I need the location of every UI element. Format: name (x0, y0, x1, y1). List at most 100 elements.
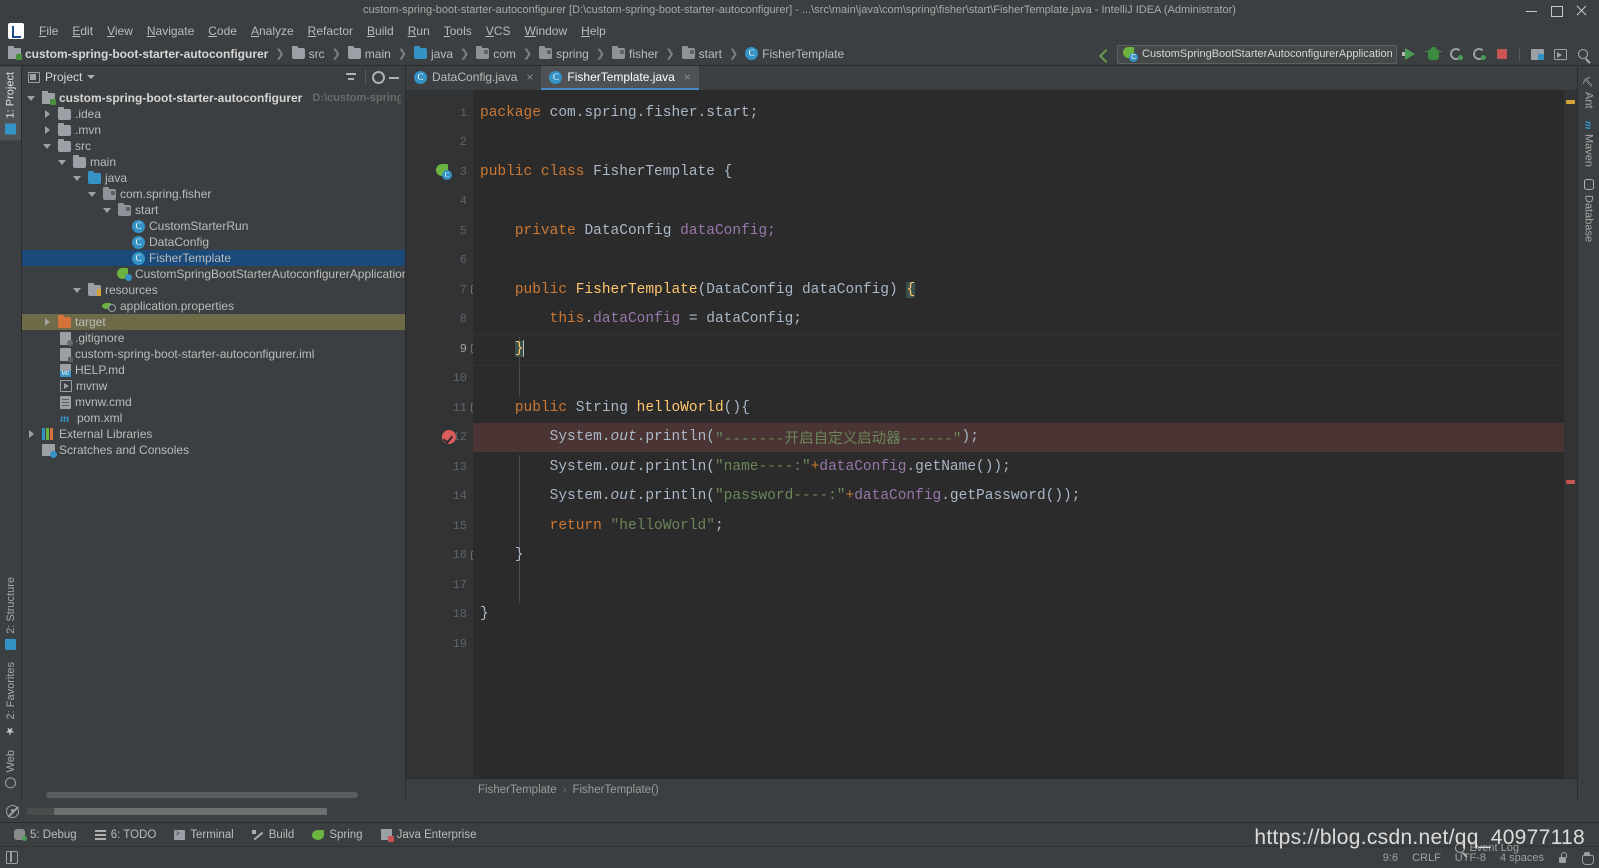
tree-row-idea[interactable]: .idea (22, 106, 405, 122)
breadcrumb-item-class[interactable]: C FisherTemplate (743, 46, 846, 62)
close-button[interactable] (1576, 5, 1587, 16)
collapse-all-icon[interactable] (343, 69, 359, 85)
tree-row-help-md[interactable]: HELP.md (22, 362, 405, 378)
breadcrumb-item-src[interactable]: src (290, 46, 327, 62)
settings-gear-icon[interactable] (372, 70, 385, 84)
editor-tab-fishertemplate[interactable]: C FisherTemplate.java × (541, 66, 699, 90)
marker-breakpoint[interactable] (1566, 480, 1575, 484)
tree-row-target[interactable]: target (22, 314, 405, 330)
hide-icon[interactable] (387, 70, 401, 84)
tree-row-pom-xml[interactable]: m pom.xml (22, 410, 405, 426)
project-panel-title-dropdown[interactable]: Project (28, 70, 96, 84)
menu-refactor[interactable]: Refactor (301, 21, 360, 41)
toolwindow-java-enterprise[interactable]: Java Enterprise (373, 827, 485, 843)
code-editor[interactable]: package com.spring.fisher.start; public … (473, 90, 1564, 778)
expand-arrow-icon[interactable] (87, 188, 99, 200)
run-configuration-selector[interactable]: CustomSpringBootStarterAutoconfigurerApp… (1117, 44, 1410, 64)
project-tree-horizontal-scrollbar[interactable] (22, 790, 405, 800)
expand-arrow-icon[interactable] (42, 124, 54, 136)
sidebar-tab-maven[interactable]: m Maven (1578, 115, 1599, 174)
breadcrumb-item-java[interactable]: java (412, 46, 455, 62)
sidebar-tab-web[interactable]: Web (2, 744, 20, 794)
scrollbar-thumb[interactable] (46, 792, 358, 798)
lock-icon[interactable] (1558, 852, 1567, 863)
tree-row-gitignore[interactable]: .gitignore (22, 330, 405, 346)
expand-arrow-icon[interactable] (102, 204, 114, 216)
minimize-button[interactable] (1526, 5, 1537, 16)
inspector-icon[interactable] (1581, 851, 1594, 865)
sidebar-tab-ant[interactable]: ⛏ Ant (1578, 70, 1599, 115)
tree-row-java[interactable]: java (22, 170, 405, 186)
toolwindow-build[interactable]: Build (244, 827, 303, 843)
caret-position[interactable]: 9:6 (1383, 852, 1398, 864)
screen-button[interactable] (1550, 44, 1570, 64)
expand-arrow-icon[interactable] (42, 108, 54, 120)
line-separator[interactable]: CRLF (1412, 852, 1441, 864)
back-arrow-icon[interactable] (1096, 45, 1114, 63)
menu-vcs[interactable]: VCS (479, 21, 518, 41)
toolwindow-debug[interactable]: 5: Debug (6, 827, 85, 843)
tree-row-project-root[interactable]: custom-spring-boot-starter-autoconfigure… (22, 90, 405, 106)
tree-row-mvnw-cmd[interactable]: mvnw.cmd (22, 394, 405, 410)
debug-button[interactable] (1423, 44, 1443, 64)
toolwindow-terminal[interactable]: Terminal (166, 827, 241, 843)
maximize-button[interactable] (1551, 5, 1563, 17)
inspector-icon[interactable] (6, 851, 18, 864)
toolwindow-spring[interactable]: Spring (304, 827, 370, 843)
expand-arrow-icon[interactable] (42, 316, 54, 328)
menu-build[interactable]: Build (360, 21, 401, 41)
expand-arrow-icon[interactable] (57, 156, 69, 168)
tree-row-custom-starter-run[interactable]: C CustomStarterRun (22, 218, 405, 234)
expand-arrow-icon[interactable] (72, 172, 84, 184)
search-everywhere-button[interactable] (1573, 44, 1593, 64)
breadcrumb-item-start[interactable]: start (680, 46, 724, 62)
menu-navigate[interactable]: Navigate (140, 21, 201, 41)
profile-button[interactable] (1469, 44, 1489, 64)
tree-row-application-properties[interactable]: application.properties (22, 298, 405, 314)
tree-row-src[interactable]: src (22, 138, 405, 154)
breadcrumb-item-spring[interactable]: spring (537, 46, 591, 62)
expand-arrow-icon[interactable] (72, 284, 84, 296)
tree-row-data-config[interactable]: C DataConfig (22, 234, 405, 250)
breadcrumb-item-main[interactable]: main (346, 46, 393, 62)
spring-bean-icon[interactable] (436, 164, 452, 181)
tree-row-mvn[interactable]: .mvn (22, 122, 405, 138)
menu-help[interactable]: Help (574, 21, 613, 41)
tree-row-scratches[interactable]: Scratches and Consoles (22, 442, 405, 458)
run-button[interactable] (1400, 44, 1420, 64)
sidebar-tab-favorites[interactable]: ★ 2: Favorites (2, 656, 20, 743)
tree-row-start[interactable]: start (22, 202, 405, 218)
expand-arrow-icon[interactable] (26, 92, 38, 104)
menu-file[interactable]: FFileile (32, 21, 65, 41)
memory-indicator-icon[interactable] (6, 804, 19, 818)
breadcrumb-method[interactable]: FisherTemplate() (572, 784, 658, 796)
tree-row-external-libraries[interactable]: External Libraries (22, 426, 405, 442)
editor-marker-strip[interactable] (1564, 90, 1577, 778)
expand-arrow-icon[interactable] (42, 140, 54, 152)
event-log-button[interactable]: Event Log (1455, 842, 1519, 854)
marker-warning[interactable] (1566, 100, 1575, 104)
stop-button[interactable] (1492, 44, 1512, 64)
editor-gutter[interactable]: 1 2 3 4 5 6 7 8 9 (406, 90, 480, 778)
editor-tab-dataconfig[interactable]: C DataConfig.java × (406, 66, 541, 90)
breadcrumb-class[interactable]: FisherTemplate (478, 784, 557, 796)
tree-row-iml[interactable]: custom-spring-boot-starter-autoconfigure… (22, 346, 405, 362)
menu-analyze[interactable]: Analyze (244, 21, 301, 41)
sidebar-tab-project[interactable]: 1: Project (0, 66, 21, 141)
close-icon[interactable]: × (526, 71, 533, 83)
expand-arrow-icon[interactable] (26, 428, 38, 440)
run-with-coverage-button[interactable] (1446, 44, 1466, 64)
menu-view[interactable]: View (100, 21, 140, 41)
menu-run[interactable]: Run (401, 21, 437, 41)
menu-window[interactable]: Window (517, 21, 574, 41)
menu-edit[interactable]: Edit (65, 21, 100, 41)
tree-row-fisher-template[interactable]: C FisherTemplate (22, 250, 405, 266)
breadcrumb-item-com[interactable]: com (474, 46, 518, 62)
tree-row-main[interactable]: main (22, 154, 405, 170)
sidebar-tab-structure[interactable]: 2: Structure (2, 571, 20, 656)
layout-button[interactable] (1527, 44, 1547, 64)
menu-tools[interactable]: Tools (437, 21, 479, 41)
menu-code[interactable]: Code (201, 21, 244, 41)
tree-row-package[interactable]: com.spring.fisher (22, 186, 405, 202)
close-icon[interactable]: × (684, 71, 691, 83)
